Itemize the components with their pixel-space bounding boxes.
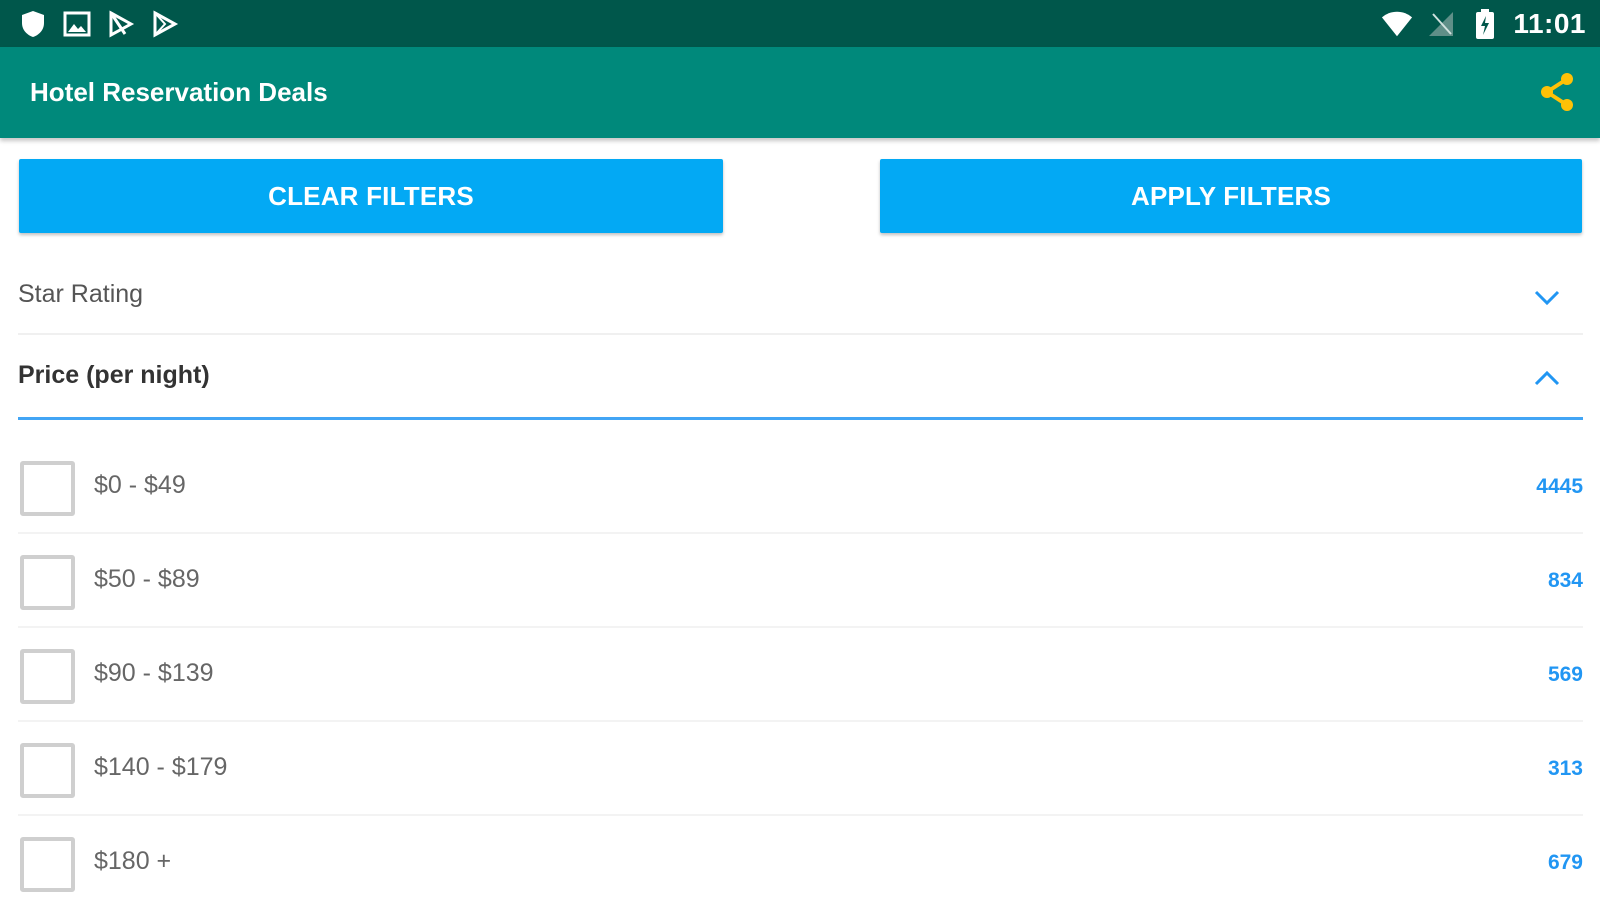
apply-filters-button[interactable]: APPLY FILTERS <box>880 159 1582 233</box>
price-checkbox[interactable] <box>20 461 75 516</box>
star-rating-header[interactable]: Star Rating <box>18 255 1583 335</box>
play-store-flag-icon <box>106 9 136 39</box>
clock: 11:01 <box>1513 7 1586 39</box>
price-option-row[interactable]: $50 - $89 834 <box>18 534 1583 628</box>
clear-filters-button[interactable]: CLEAR FILTERS <box>19 159 723 233</box>
status-bar: 11:01 <box>0 0 1600 47</box>
price-checkbox[interactable] <box>20 555 75 610</box>
price-option-row[interactable]: $90 - $139 569 <box>18 628 1583 722</box>
price-header[interactable]: Price (per night) <box>18 337 1583 420</box>
price-range-label: $0 - $49 <box>94 471 186 499</box>
price-option-row[interactable]: $0 - $49 4445 <box>18 440 1583 534</box>
price-count: 679 <box>1547 851 1583 874</box>
notification-icons <box>18 8 180 39</box>
image-icon <box>62 9 92 39</box>
price-option-row[interactable]: $140 - $179 313 <box>18 722 1583 816</box>
no-signal-icon <box>1425 8 1457 40</box>
price-checkbox[interactable] <box>20 743 75 798</box>
star-rating-label: Star Rating <box>18 280 144 308</box>
price-range-label: $50 - $89 <box>94 565 200 593</box>
price-range-label: $140 - $179 <box>94 753 228 781</box>
price-label: Price (per night) <box>18 361 210 389</box>
price-count: 569 <box>1547 663 1583 686</box>
app-title: Hotel Reservation Deals <box>30 77 328 107</box>
chevron-up-icon[interactable] <box>1533 365 1561 393</box>
price-range-label: $90 - $139 <box>94 659 214 687</box>
shield-icon <box>18 9 48 39</box>
battery-icon <box>1469 8 1501 40</box>
price-checkbox[interactable] <box>20 837 75 892</box>
play-store-icon <box>150 9 180 39</box>
price-count: 834 <box>1547 569 1583 592</box>
price-checkbox[interactable] <box>20 649 75 704</box>
price-count: 4445 <box>1536 475 1583 498</box>
system-icons: 11:01 <box>1381 6 1586 41</box>
share-icon[interactable] <box>1536 71 1578 113</box>
chevron-down-icon[interactable] <box>1533 283 1561 311</box>
price-option-row[interactable]: $180 + 679 <box>18 816 1583 900</box>
price-options-list: $0 - $49 4445 $50 - $89 834 $90 - $139 5… <box>18 440 1583 900</box>
wifi-icon <box>1381 8 1413 40</box>
price-count: 313 <box>1547 757 1583 780</box>
price-range-label: $180 + <box>94 847 172 875</box>
app-bar: Hotel Reservation Deals <box>0 47 1600 138</box>
